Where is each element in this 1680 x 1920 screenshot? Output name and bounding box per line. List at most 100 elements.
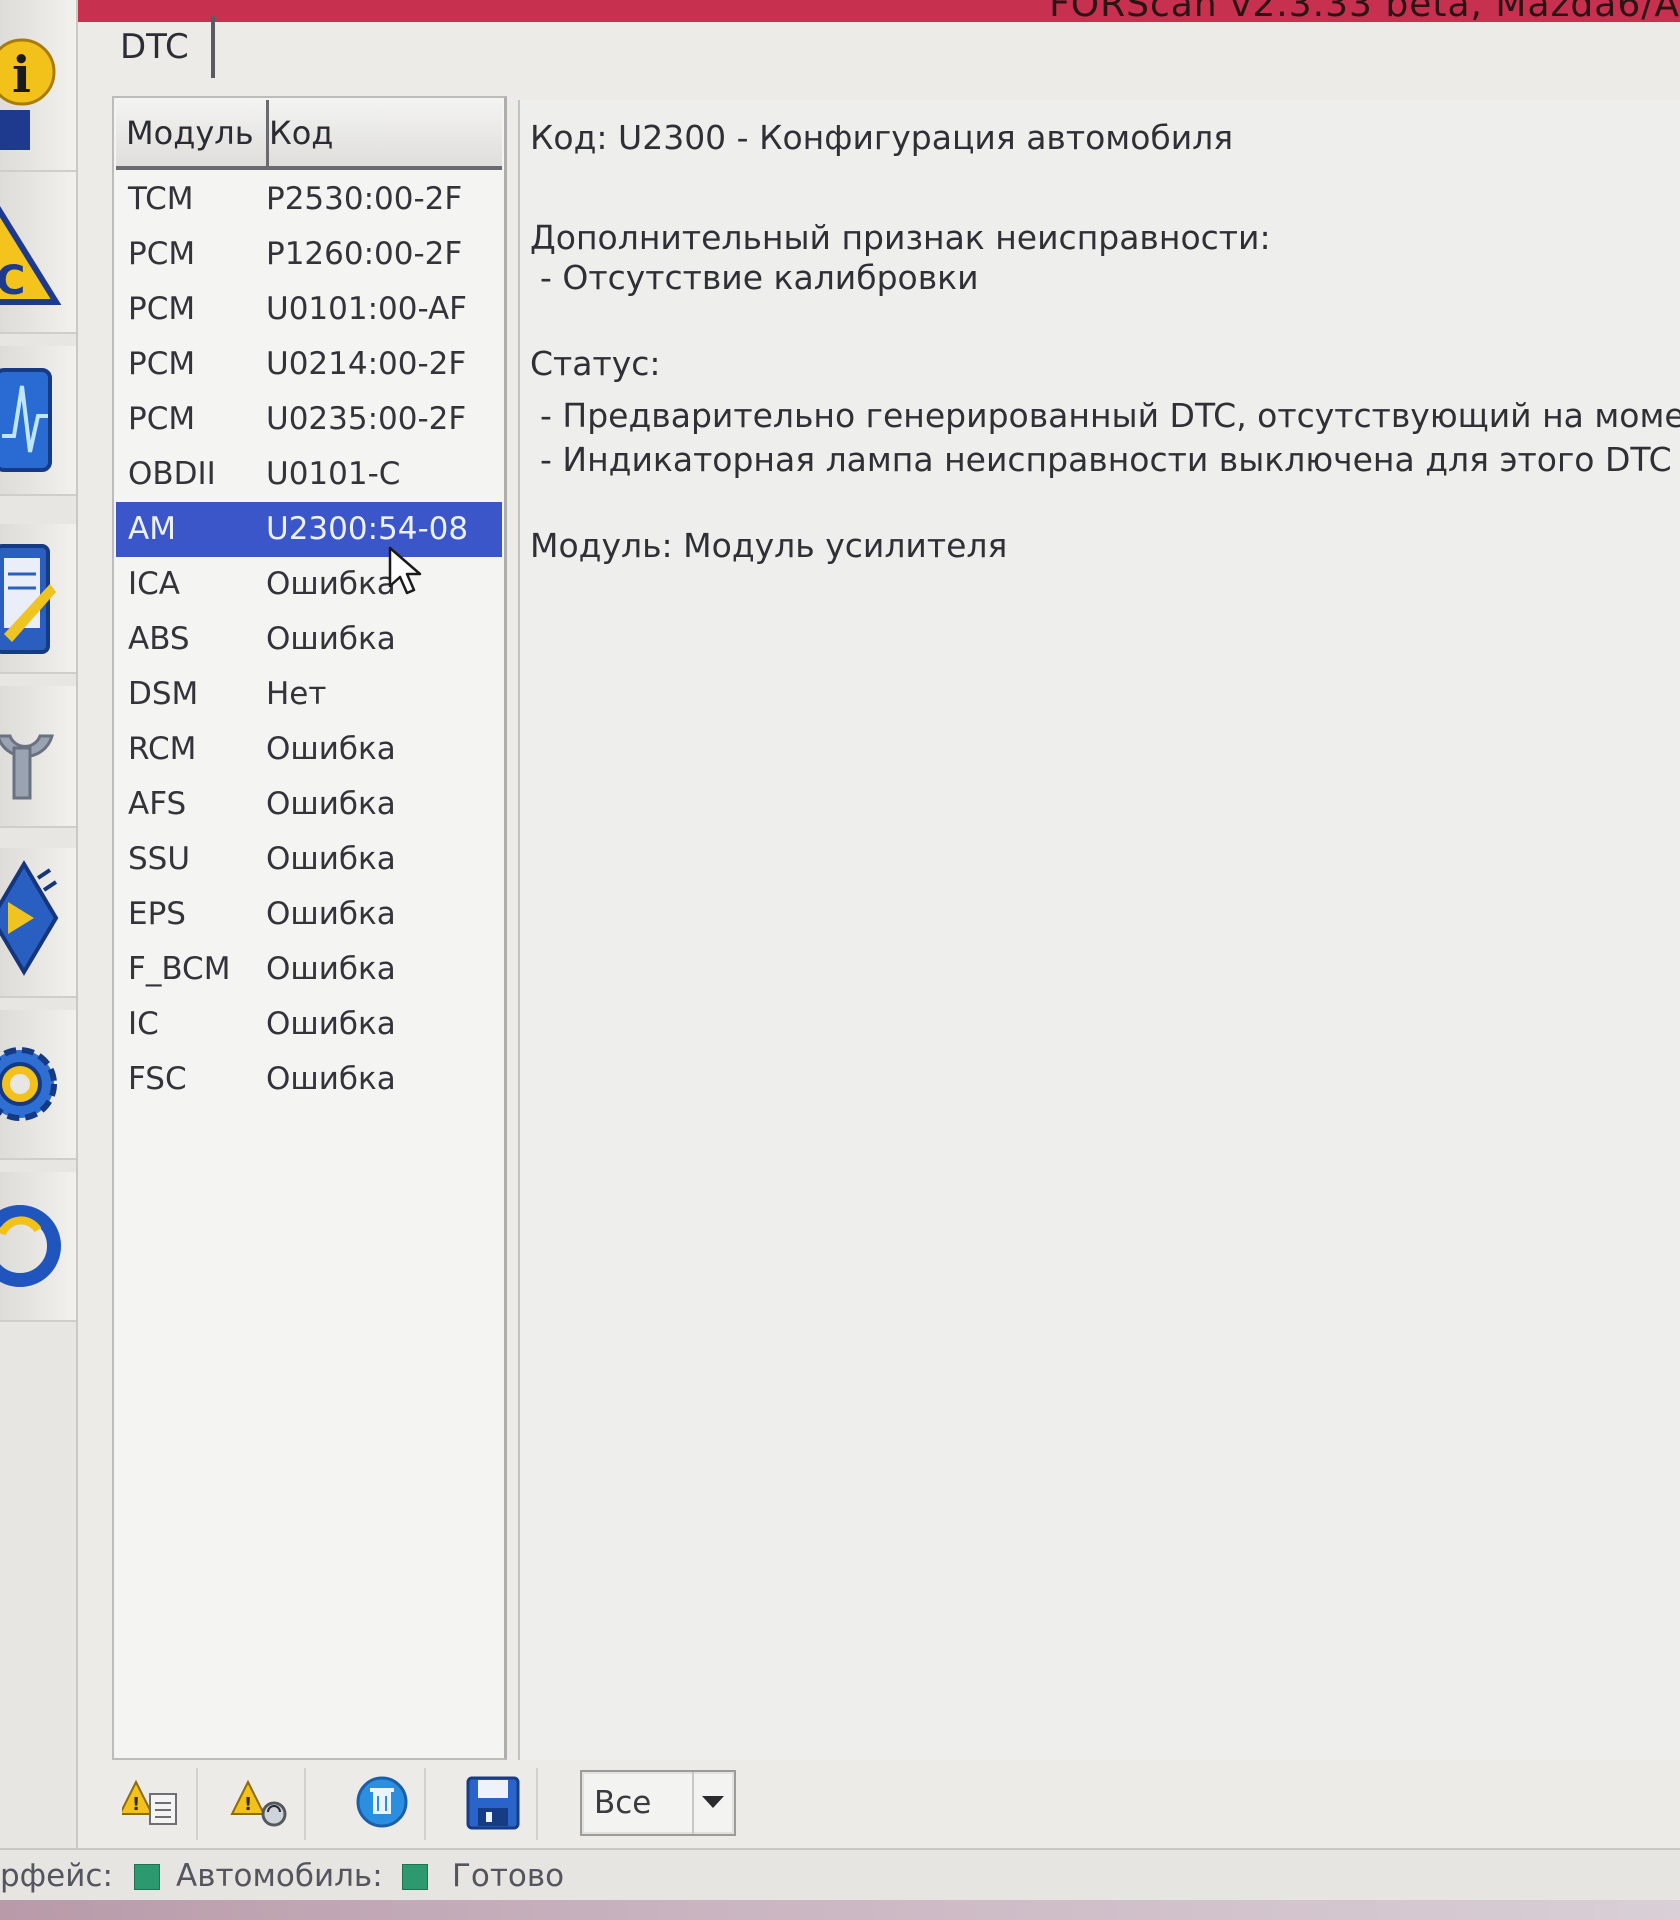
tab-dtc[interactable]: DTC <box>100 16 215 78</box>
save-disk-icon <box>466 1776 520 1830</box>
sidebar-button-configuration[interactable] <box>0 848 76 998</box>
details-status-item: - Индикаторная лампа неисправности выклю… <box>540 440 1672 479</box>
dtc-report-button[interactable]: ! <box>112 1768 198 1840</box>
dtc-row-module: AM <box>128 511 176 547</box>
dtc-row-module: EPS <box>128 896 186 932</box>
chevron-down-icon <box>702 1796 724 1808</box>
dtc-row-module: PCM <box>128 401 196 437</box>
dtc-row-code: Ошибка <box>266 731 396 767</box>
dtc-filter-select[interactable]: Все <box>580 1770 736 1836</box>
status-ready-label: Готово <box>452 1858 565 1894</box>
dtc-row-module: OBDII <box>128 456 216 492</box>
column-header-module[interactable]: Модуль <box>116 100 269 166</box>
dtc-row-module: TCM <box>128 181 194 217</box>
tests-clipboard-icon <box>0 544 56 654</box>
window-title: FORScan v2.3.33 beta, Mazda6/A <box>1049 0 1680 22</box>
dtc-filter-value: Все <box>594 1785 652 1821</box>
dtc-row-module: DSM <box>128 676 199 712</box>
dtc-row-code: U0101-C <box>266 456 401 492</box>
dtc-row-code: Ошибка <box>266 1061 396 1097</box>
statusbar: рфейс: Автомобиль: Готово <box>0 1848 1680 1902</box>
dtc-row[interactable]: TCM P2530:00-2F <box>116 172 502 227</box>
status-vehicle-label: Автомобиль: <box>176 1858 383 1894</box>
sidebar: i C <box>0 0 78 1860</box>
oscilloscope-icon <box>0 368 52 472</box>
sidebar-button-tests[interactable] <box>0 524 76 674</box>
dtc-details-panel: Код: U2300 - Конфигурация автомобиля Доп… <box>518 100 1680 1760</box>
dtc-row-module: ABS <box>128 621 190 657</box>
dtc-read-icon: ! <box>230 1779 287 1827</box>
dtc-row-module: PCM <box>128 236 196 272</box>
dtc-row[interactable]: PCM U0235:00-2F <box>116 392 502 447</box>
dtc-row-module: ICA <box>128 566 180 602</box>
sidebar-button-dtc[interactable]: C <box>0 172 76 334</box>
mouse-cursor-icon <box>388 546 422 595</box>
dtc-row-module: PCM <box>128 346 196 382</box>
dtc-row[interactable]: ABS Ошибка <box>116 612 502 667</box>
dtc-row[interactable]: PCM P1260:00-2F <box>116 227 502 282</box>
clear-dtc-button[interactable] <box>340 1768 426 1840</box>
dtc-list-panel: Модуль Код TCM P2530:00-2F PCM P1260:00-… <box>112 96 507 1760</box>
dtc-row[interactable]: IC Ошибка <box>116 997 502 1052</box>
details-code-line: Код: U2300 - Конфигурация автомобиля <box>530 118 1234 157</box>
details-status-header: Статус: <box>530 344 661 383</box>
dtc-read-button[interactable]: ! <box>220 1768 306 1840</box>
settings-gear-icon <box>0 1047 57 1121</box>
status-interface-indicator <box>134 1864 160 1890</box>
dtc-list-header: Модуль Код <box>116 100 502 170</box>
dtc-row-selected[interactable]: AM U2300:54-08 <box>116 502 502 557</box>
module-config-chip-icon <box>0 860 59 976</box>
dtc-row[interactable]: RCM Ошибка <box>116 722 502 777</box>
dtc-row[interactable]: SSU Ошибка <box>116 832 502 887</box>
details-status-item: - Предварительно генерированный DTC, отс… <box>540 396 1680 435</box>
dtc-row-code: Ошибка <box>266 951 396 987</box>
dtc-report-icon: ! <box>122 1779 177 1825</box>
dtc-row-code: P2530:00-2F <box>266 181 463 217</box>
dtc-row-code: U0101:00-AF <box>266 291 468 327</box>
dtc-row-code: Ошибка <box>266 1006 396 1042</box>
window-titlebar: FORScan v2.3.33 beta, Mazda6/A <box>0 0 1680 22</box>
dtc-row[interactable]: OBDII U0101-C <box>116 447 502 502</box>
dtc-row-module: FSC <box>128 1061 187 1097</box>
dtc-row-code: Ошибка <box>266 841 396 877</box>
sidebar-button-oscilloscope[interactable] <box>0 346 76 496</box>
column-header-code[interactable]: Код <box>259 100 499 166</box>
dtc-row-code: U2300:54-08 <box>266 511 469 547</box>
dtc-row-code: P1260:00-2F <box>266 236 463 272</box>
dtc-row-module: RCM <box>128 731 197 767</box>
save-button[interactable] <box>452 1768 538 1840</box>
dtc-row[interactable]: PCM U0101:00-AF <box>116 282 502 337</box>
dtc-toolbar: ! ! Все <box>112 1762 1680 1846</box>
dtc-row-code: U0214:00-2F <box>266 346 467 382</box>
dtc-row-code: Ошибка <box>266 621 396 657</box>
dtc-row-code: Ошибка <box>266 786 396 822</box>
dtc-row-module: AFS <box>128 786 187 822</box>
svg-text:C: C <box>0 258 25 304</box>
dtc-row-module: PCM <box>128 291 196 327</box>
status-interface-label: рфейс: <box>0 1858 113 1894</box>
dtc-row-code: Ошибка <box>266 896 396 932</box>
dtc-row[interactable]: PCM U0214:00-2F <box>116 337 502 392</box>
dtc-row[interactable]: FSC Ошибка <box>116 1052 502 1107</box>
clear-dtc-icon <box>356 1776 408 1828</box>
dtc-row-code: Ошибка <box>266 566 396 602</box>
dtc-warning-icon: C <box>0 205 62 305</box>
dtc-row[interactable]: DSM Нет <box>116 667 502 722</box>
status-vehicle-indicator <box>402 1864 428 1890</box>
sidebar-button-service[interactable] <box>0 686 76 828</box>
dtc-filter-dropdown-button[interactable] <box>692 1772 734 1834</box>
svg-text:!: ! <box>244 1794 252 1815</box>
info-icon: i <box>0 38 56 150</box>
sidebar-button-help[interactable] <box>0 1172 76 1322</box>
sidebar-button-settings[interactable] <box>0 1010 76 1160</box>
dtc-row[interactable]: AFS Ошибка <box>116 777 502 832</box>
dtc-list-rows: TCM P2530:00-2F PCM P1260:00-2F PCM U010… <box>116 172 502 1107</box>
sidebar-button-info[interactable]: i <box>0 0 76 172</box>
dtc-row-code: Нет <box>266 676 327 712</box>
dtc-row[interactable]: F_BCM Ошибка <box>116 942 502 997</box>
dtc-row[interactable]: ICA Ошибка <box>116 557 502 612</box>
dtc-row-module: IC <box>128 1006 159 1042</box>
details-module-line: Модуль: Модуль усилителя <box>530 526 1008 565</box>
os-taskbar <box>0 1900 1680 1920</box>
dtc-row[interactable]: EPS Ошибка <box>116 887 502 942</box>
